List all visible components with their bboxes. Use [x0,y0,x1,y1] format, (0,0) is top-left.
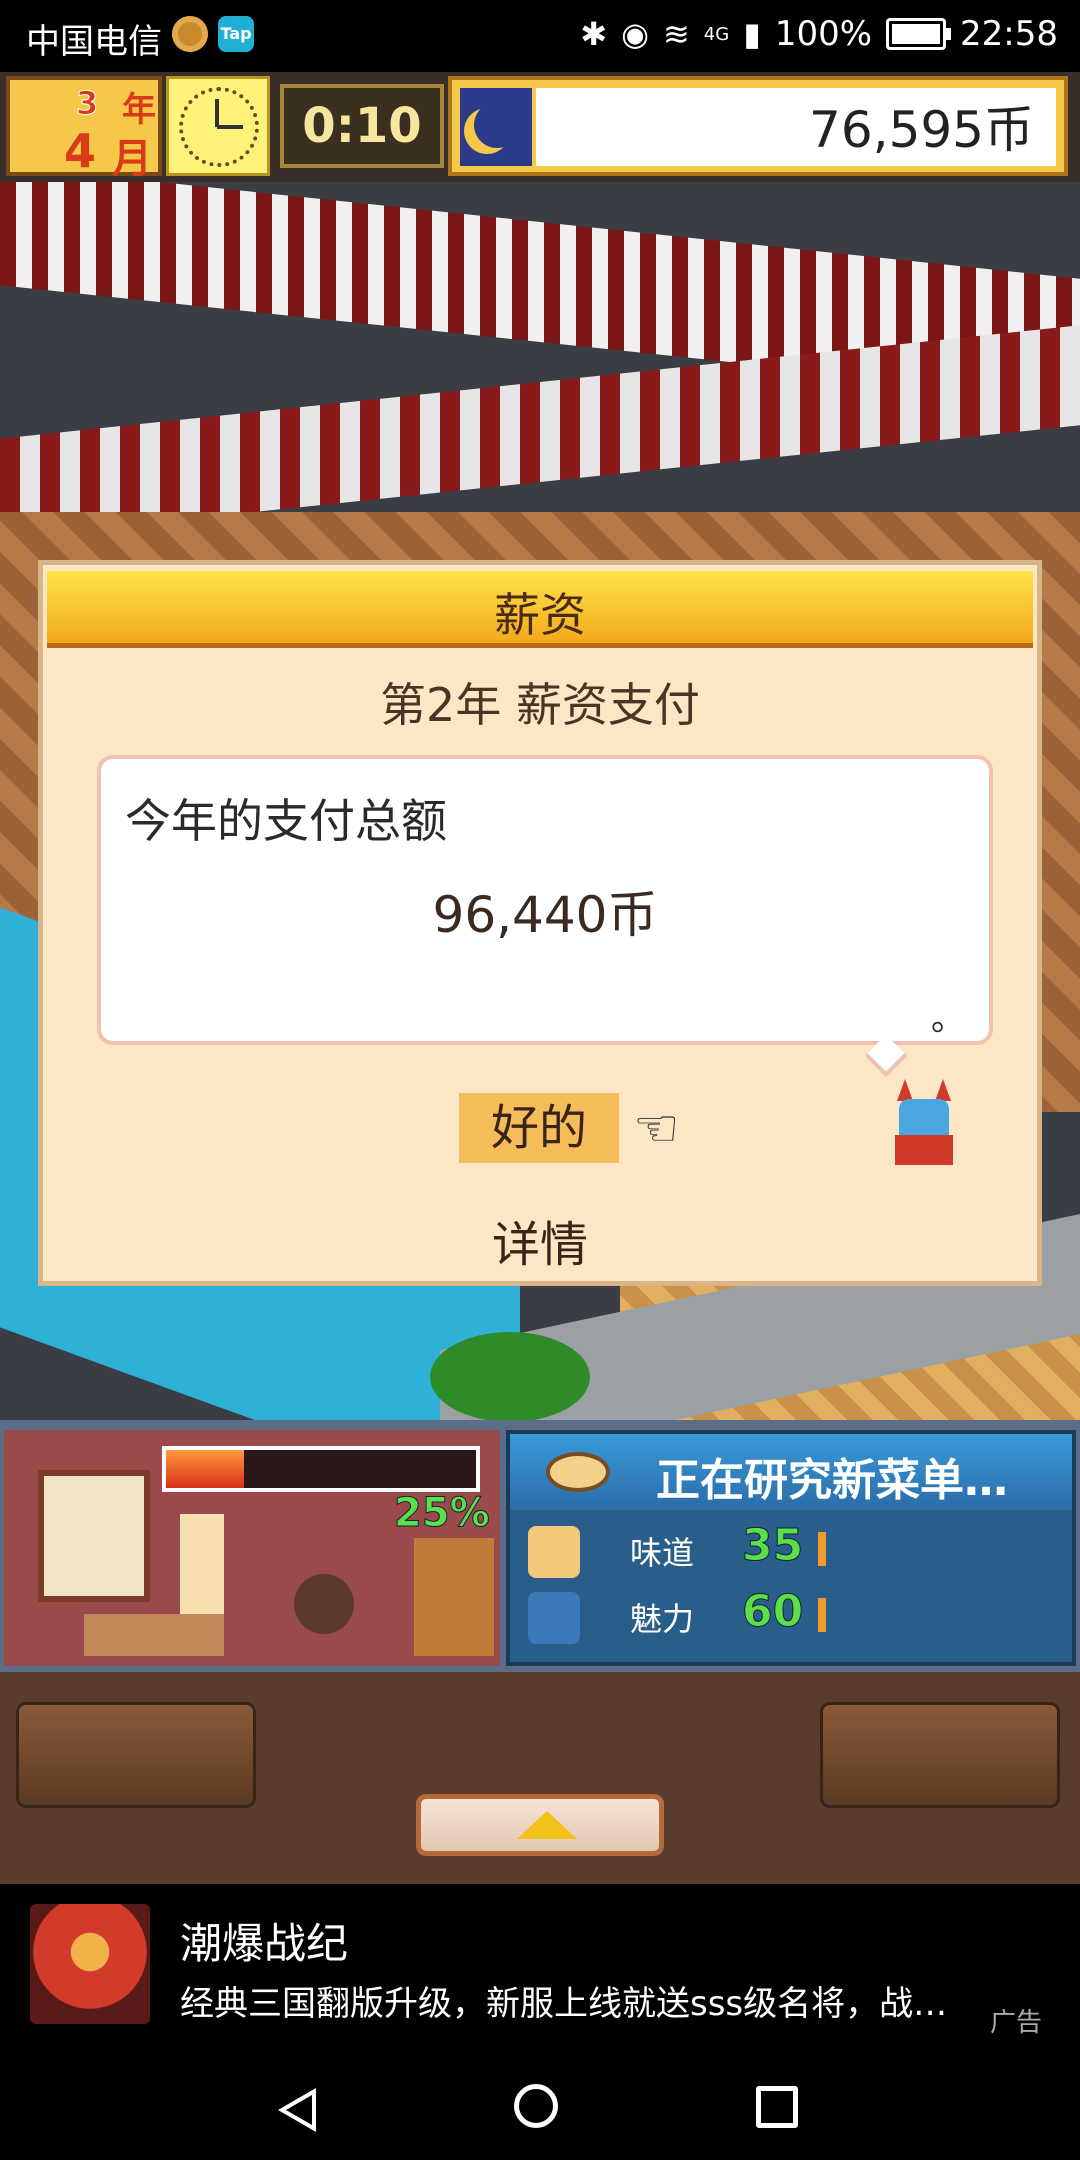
signal-icon: ▮ [743,15,761,53]
stat-name: 魅力 [630,1600,695,1638]
advisor-character [889,1077,959,1177]
dialog-title: 薪资 [494,588,586,642]
eye-icon: ◉ [621,15,649,53]
money-panel: 76,595币 [448,76,1068,176]
kitchen-shelf [414,1538,494,1656]
status-panel: 25% 正在研究新菜单… 味道 35 魅力 60 [0,1420,1080,1672]
month-label: 月 [112,136,152,182]
tap-app-icon: Tap [218,16,254,52]
status-right: ✱ ◉ ≋ 4G ▮ 100% 22:58 [580,14,1058,54]
clock-time: 22:58 [960,14,1058,54]
ad-banner[interactable]: 潮爆战纪 经典三国翻版升级，新服上线就送sss级名将，战… 广告 [0,1884,1080,2054]
charm-icon [528,1592,580,1644]
cooking-pot [294,1574,354,1634]
tree [430,1332,590,1422]
up-arrow-icon [517,1811,577,1839]
game-menu-area [0,1672,1080,1884]
speech-bubble: 今年的支付总额 96,440币 。 [97,755,993,1078]
pointing-hand-icon: ☜ [633,1099,680,1159]
status-bar: 中国电信 Tap ✱ ◉ ≋ 4G ▮ 100% 22:58 [0,0,1080,72]
ad-thumbnail[interactable] [30,1904,150,2024]
kitchen-view[interactable]: 25% [4,1430,500,1666]
bubble-end-mark: 。 [931,999,965,1039]
kitchen-window [38,1470,150,1602]
year-number: 3 [75,84,99,123]
moon-icon [460,88,532,166]
kitchen-counter [84,1614,224,1656]
research-header: 正在研究新菜单… [510,1434,1072,1510]
game-hud: 3 年 4 月 0:10 76,595币 [0,72,1080,182]
battery-icon [886,18,952,50]
progress-fill [166,1450,244,1488]
bluetooth-icon: ✱ [580,15,608,53]
taste-icon [528,1526,580,1578]
expand-menu-button[interactable] [416,1794,664,1856]
system-nav-bar [0,2054,1080,2160]
research-title: 正在研究新菜单… [656,1455,1008,1506]
coin-app-icon [172,16,208,52]
ok-button[interactable]: 好的 [459,1093,619,1163]
home-icon[interactable] [514,2084,558,2128]
recent-apps-icon[interactable] [756,2086,798,2128]
back-icon[interactable] [278,2088,316,2132]
right-menu-button[interactable] [820,1702,1060,1808]
stat-value: 60 [741,1586,804,1638]
battery-percent: 100% [774,14,873,54]
stat-name: 味道 [630,1534,695,1572]
stat-bar [818,1598,826,1632]
money-amount: 76,595币 [809,101,1034,159]
wifi-icon: ≋ [662,15,690,53]
ad-description[interactable]: 经典三国翻版升级，新服上线就送sss级名将，战… [180,1976,1050,2025]
month-number: 4 [64,124,97,178]
details-button[interactable]: 详情 [43,1205,1037,1275]
left-menu-button[interactable] [16,1702,256,1808]
date-panel: 3 年 4 月 [6,76,162,182]
roof-lower [0,325,1080,539]
progress-percent: 25% [394,1490,491,1537]
progress-bar [162,1446,480,1492]
ad-tag: 广告 [990,2008,1043,2038]
carrier-name: 中国电信 [26,22,162,62]
salary-dialog: 薪资 第2年 薪资支付 今年的支付总额 96,440币 。 好的 ☜ 详情 [38,560,1042,1286]
stat-row-charm: 魅力 60 [520,1586,1070,1646]
total-value: 96,440币 [432,886,658,944]
game-timer: 0:10 [280,84,444,168]
stat-value: 35 [741,1520,804,1572]
ad-title[interactable]: 潮爆战纪 [180,1910,348,1971]
bubble-tail [864,1034,908,1078]
dialog-subtitle: 第2年 薪资支付 [380,678,700,732]
total-label: 今年的支付总额 [125,794,447,848]
network-type: 4G [703,23,730,45]
year-label: 年 [122,90,156,130]
stat-bar [818,1532,826,1566]
dialog-header: 薪资 [47,571,1033,648]
clock-icon[interactable] [166,76,270,176]
dish-icon [546,1452,610,1492]
stat-row-taste: 味道 35 [520,1520,1070,1580]
chef-character [180,1514,224,1614]
research-panel[interactable]: 正在研究新菜单… 味道 35 魅力 60 [506,1430,1076,1666]
